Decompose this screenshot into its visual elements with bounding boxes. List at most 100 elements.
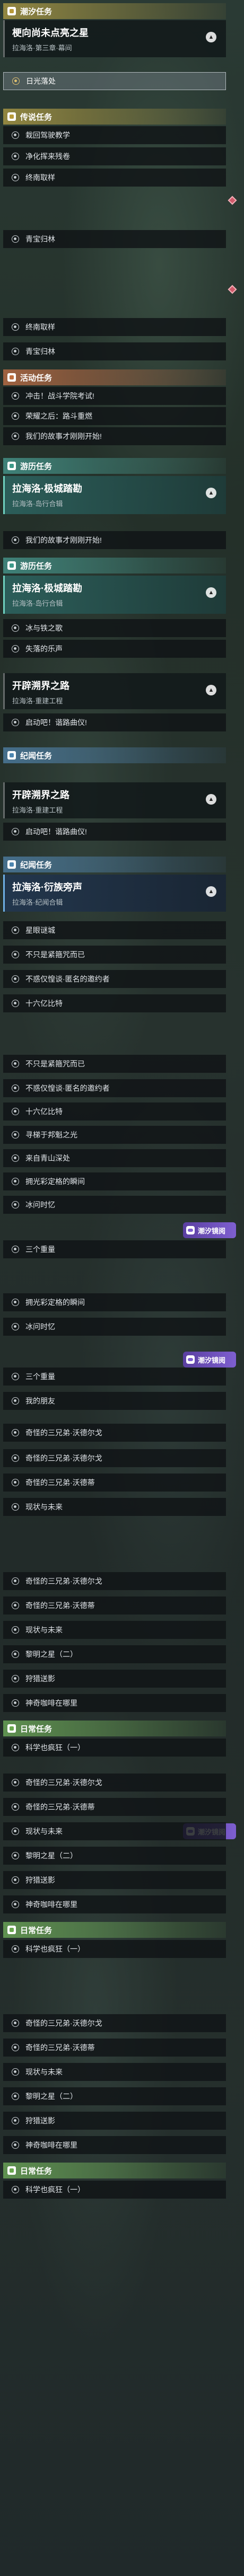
quest-item[interactable]: 十六亿比特 <box>3 1102 226 1121</box>
quest-item[interactable]: 黎明之星（二） <box>3 2087 226 2105</box>
quest-group-card[interactable]: 开辟溯界之路 拉海洛·重建工程 ▲ <box>3 782 226 818</box>
quest-item[interactable]: 科学也疯狂（一） <box>3 1940 226 1958</box>
quest-dot-icon <box>12 433 19 440</box>
quest-item[interactable]: 启动吧！谐路曲仪! <box>3 713 226 731</box>
chevron-up-icon[interactable]: ▲ <box>206 685 216 695</box>
quest-item[interactable]: 不只是紧箍咒而已 <box>3 1055 226 1073</box>
chevron-up-icon[interactable]: ▲ <box>206 32 216 42</box>
quest-item[interactable]: 现状与未来 <box>3 1498 226 1516</box>
chevron-up-icon[interactable]: ▲ <box>206 488 216 498</box>
quest-item[interactable]: 启动吧！谐路曲仪! <box>3 823 226 841</box>
quest-item[interactable]: 不惑仅惶谈·匿名的邀约者 <box>3 1079 226 1097</box>
quest-item[interactable]: 冰与铁之歌 <box>3 619 226 637</box>
category-header-daily[interactable]: 日常任务 <box>3 1922 226 1938</box>
quest-label: 奇怪的三兄弟·沃德蒂 <box>25 1601 95 1610</box>
quest-item[interactable]: 冰问时忆 <box>3 1196 226 1214</box>
quest-group-title: 开辟溯界之路 <box>12 681 69 691</box>
quest-item[interactable]: 奇怪的三兄弟·沃德尔戈 <box>3 1449 226 1467</box>
quest-item[interactable]: 拥光彩定格的瞬间 <box>3 1172 226 1190</box>
category-header-event[interactable]: 活动任务 <box>3 369 226 385</box>
quest-label: 神奇咖啡在哪里 <box>25 1699 77 1707</box>
quest-dot-icon <box>12 1429 19 1436</box>
quest-item[interactable]: 净化挥来残卷 <box>3 147 226 165</box>
task-category-icon <box>7 462 16 470</box>
quest-item[interactable]: 狩猎送影 <box>3 1871 226 1889</box>
quest-item[interactable]: 栽回驾驶教学 <box>3 126 226 144</box>
quest-dot-icon <box>12 1901 19 1908</box>
quest-item[interactable]: 我的朋友 <box>3 1392 226 1410</box>
quest-dot-icon <box>12 1299 19 1306</box>
category-label: 日常任务 <box>20 1724 53 1734</box>
category-header-legend[interactable]: 传说任务 <box>3 109 226 125</box>
quest-item[interactable]: 青宝归林 <box>3 342 226 360</box>
quest-item[interactable]: 我们的故事才刚刚开始! <box>3 531 226 549</box>
quest-item[interactable]: 科学也疯狂（一） <box>3 2181 226 2199</box>
quest-group-card[interactable]: 梗向尚未点亮之星 拉海洛·第三章·幕间 ▲ <box>3 20 226 57</box>
quest-item[interactable]: 终南取样 <box>3 169 226 187</box>
quest-group-subtitle: 拉海洛·岛行合辑 <box>12 500 63 508</box>
quest-item[interactable]: 奇怪的三兄弟·沃德尔戈 <box>3 1774 226 1792</box>
quest-item[interactable]: 奇怪的三兄弟·沃德蒂 <box>3 2039 226 2057</box>
quest-item[interactable]: 荣耀之后：路斗重燃 <box>3 407 226 425</box>
category-header-story[interactable]: 纪闻任务 <box>3 747 226 763</box>
quest-item[interactable]: 青宝归林 <box>3 230 226 248</box>
quest-item[interactable]: 现状与未来 <box>3 2063 226 2081</box>
quest-item[interactable]: 寻梯于邦魁之光 <box>3 1126 226 1144</box>
quest-group-card[interactable]: 拉海洛·极城踏勘 拉海洛·岛行合辑 ▲ <box>3 576 226 614</box>
quest-item[interactable]: 现状与未来 <box>3 1822 226 1840</box>
quest-item-selected[interactable]: 日光落处 <box>3 72 226 90</box>
logo-mark-icon <box>186 1355 195 1364</box>
quest-item[interactable]: 冲击！战斗学院考试! <box>3 387 226 405</box>
quest-item[interactable]: 失落的乐声 <box>3 640 226 658</box>
quest-item[interactable]: 奇怪的三兄弟·沃德蒂 <box>3 1798 226 1816</box>
quest-item[interactable]: 不惑仅惶谈·匿名的邀约者 <box>3 970 226 988</box>
chevron-up-icon[interactable]: ▲ <box>206 587 216 598</box>
quest-item[interactable]: 科学也疯狂（一） <box>3 1739 226 1757</box>
quest-item[interactable]: 神奇咖啡在哪里 <box>3 1895 226 1913</box>
quest-dot-icon <box>12 1503 19 1511</box>
quest-item[interactable]: 神奇咖啡在哪里 <box>3 1694 226 1712</box>
quest-item[interactable]: 奇怪的三兄弟·沃德尔戈 <box>3 2014 226 2032</box>
quest-item[interactable]: 奇怪的三兄弟·沃德蒂 <box>3 1596 226 1615</box>
quest-group-card[interactable]: 拉海洛·衍族旁声 拉海洛·纪闻合辑 ▲ <box>3 875 226 912</box>
quest-item[interactable]: 星眼谜城 <box>3 921 226 939</box>
quest-group-card[interactable]: 拉海洛·极城踏勘 拉海洛·岛行合辑 ▲ <box>3 476 226 514</box>
quest-item[interactable]: 黎明之星（二） <box>3 1847 226 1865</box>
quest-item[interactable]: 黎明之星（二） <box>3 1645 226 1663</box>
quest-item[interactable]: 十六亿比特 <box>3 994 226 1012</box>
quest-item[interactable]: 三个重量 <box>3 1368 226 1386</box>
quest-item[interactable]: 拥光彩定格的瞬间 <box>3 1293 226 1311</box>
quest-dot-icon <box>12 323 19 331</box>
quest-dot-icon <box>12 1131 19 1139</box>
quest-item[interactable]: 我们的故事才刚刚开始! <box>3 427 226 445</box>
quest-item[interactable]: 奇怪的三兄弟·沃德蒂 <box>3 1474 226 1492</box>
quest-item[interactable]: 神奇咖啡在哪里 <box>3 2136 226 2154</box>
category-header-roam[interactable]: 游历任务 <box>3 558 226 574</box>
quest-dot-icon <box>12 1945 19 1953</box>
category-header-tide[interactable]: 潮汐任务 <box>3 3 226 19</box>
chevron-up-icon[interactable]: ▲ <box>206 886 216 897</box>
quest-item[interactable]: 奇怪的三兄弟·沃德尔戈 <box>3 1424 226 1442</box>
chevron-up-icon[interactable]: ▲ <box>206 794 216 805</box>
quest-item[interactable]: 现状与未来 <box>3 1621 226 1639</box>
quest-item[interactable]: 狩猎送影 <box>3 2112 226 2130</box>
quest-item[interactable]: 终南取样 <box>3 318 226 336</box>
quest-group-card[interactable]: 开辟溯界之路 拉海洛·重建工程 ▲ <box>3 673 226 709</box>
quest-item[interactable]: 三个重量 <box>3 1240 226 1258</box>
quest-label: 奇怪的三兄弟·沃德尔戈 <box>25 1454 102 1462</box>
category-label: 游历任务 <box>20 561 53 571</box>
quest-item[interactable]: 来自青山深处 <box>3 1149 226 1167</box>
category-header-daily[interactable]: 日常任务 <box>3 2163 226 2178</box>
quest-dot-icon <box>12 927 19 934</box>
category-header-roam[interactable]: 游历任务 <box>3 458 226 474</box>
quest-dot-icon <box>12 1699 19 1707</box>
quest-item[interactable]: 狩猎送影 <box>3 1670 226 1688</box>
quest-dot-icon <box>12 1626 19 1634</box>
category-header-story[interactable]: 纪闻任务 <box>3 857 226 872</box>
quest-item[interactable]: 冰问时忆 <box>3 1318 226 1336</box>
quest-item[interactable]: 不只是紧箍咒而已 <box>3 946 226 964</box>
quest-label: 现状与未来 <box>25 1827 63 1836</box>
quest-group-subtitle: 拉海洛·纪闻合辑 <box>12 898 63 906</box>
category-header-daily[interactable]: 日常任务 <box>3 1721 226 1736</box>
quest-item[interactable]: 奇怪的三兄弟·沃德尔戈 <box>3 1572 226 1590</box>
